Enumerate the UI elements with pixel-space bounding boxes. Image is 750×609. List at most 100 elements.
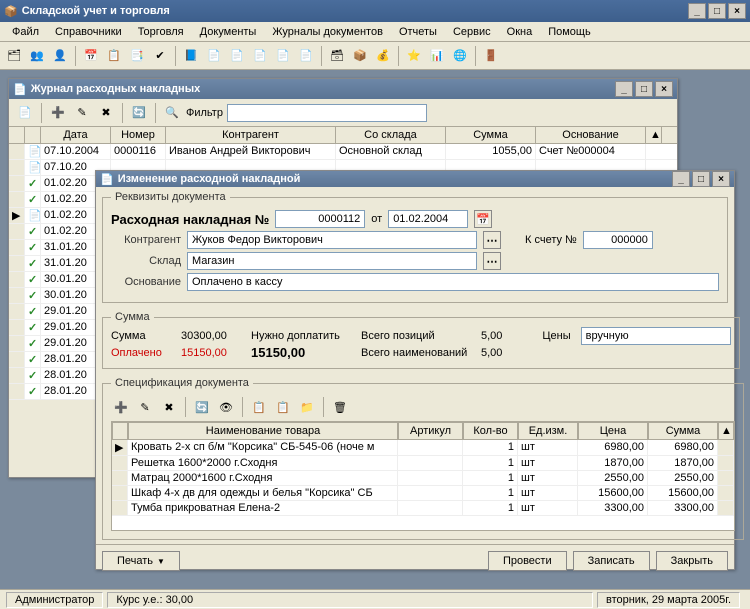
stb-del[interactable]: ✖ bbox=[159, 397, 179, 417]
spec-toolbar: ➕ ✎ ✖ 🔄 👁 📋 📋 📁 🗑 bbox=[111, 393, 735, 421]
menu-file[interactable]: Файл bbox=[4, 24, 47, 40]
tb-icon-16[interactable]: 💰 bbox=[373, 46, 393, 66]
spec-row[interactable]: Шкаф 4-х дв для одежды и белья "Корсика"… bbox=[112, 486, 734, 501]
jh-warehouse[interactable]: Со склада bbox=[336, 127, 446, 143]
tb-icon-8[interactable]: 📘 bbox=[181, 46, 201, 66]
tb-icon-11[interactable]: 📄 bbox=[250, 46, 270, 66]
stb-paste[interactable]: 📋 bbox=[273, 397, 293, 417]
warehouse-lookup[interactable]: ⋯ bbox=[483, 252, 501, 270]
account-input[interactable] bbox=[583, 231, 653, 249]
stb-remove[interactable]: 🗑 bbox=[330, 397, 350, 417]
edit-min[interactable]: _ bbox=[672, 171, 690, 187]
stb-add[interactable]: ➕ bbox=[111, 397, 131, 417]
maximize-button[interactable]: □ bbox=[708, 3, 726, 19]
counterparty-input[interactable] bbox=[187, 231, 477, 249]
filter-label: Фильтр bbox=[186, 107, 223, 119]
tb-icon-18[interactable]: 📊 bbox=[427, 46, 447, 66]
tb-icon-5[interactable]: 📋 bbox=[104, 46, 124, 66]
menu-refs[interactable]: Справочники bbox=[47, 24, 130, 40]
sh-name[interactable]: Наименование товара bbox=[128, 422, 398, 440]
main-menu: Файл Справочники Торговля Документы Журн… bbox=[0, 22, 750, 42]
spec-row[interactable]: Тумба прикроватная Елена-21шт3300,003300… bbox=[112, 501, 734, 516]
tb-icon-2[interactable]: 👥 bbox=[27, 46, 47, 66]
basis-input[interactable] bbox=[187, 273, 719, 291]
menu-help[interactable]: Помощь bbox=[540, 24, 599, 40]
stb-refresh[interactable]: 🔄 bbox=[192, 397, 212, 417]
edit-close[interactable]: × bbox=[712, 171, 730, 187]
doc-date-input[interactable] bbox=[388, 210, 468, 228]
jtb-edit[interactable]: ✎ bbox=[72, 103, 92, 123]
jh-number[interactable]: Номер bbox=[111, 127, 166, 143]
tb-icon-7[interactable]: ✔ bbox=[150, 46, 170, 66]
minimize-button[interactable]: _ bbox=[688, 3, 706, 19]
jtb-refresh[interactable]: 🔄 bbox=[129, 103, 149, 123]
spec-row[interactable]: ▶Кровать 2-х сп б/м "Корсика" СБ-545-06 … bbox=[112, 440, 734, 456]
tb-icon-1[interactable]: 🗂 bbox=[4, 46, 24, 66]
date-picker-button[interactable]: 📅 bbox=[474, 210, 492, 228]
sh-sum[interactable]: Сумма bbox=[648, 422, 718, 440]
lbl-positions: Всего позиций bbox=[361, 330, 471, 342]
tb-icon-12[interactable]: 📄 bbox=[273, 46, 293, 66]
journal-header: Дата Номер Контрагент Со склада Сумма Ос… bbox=[9, 127, 677, 144]
tb-exit-icon[interactable]: 🚪 bbox=[481, 46, 501, 66]
save-button[interactable]: Записать bbox=[573, 551, 650, 571]
counterparty-lookup[interactable]: ⋯ bbox=[483, 231, 501, 249]
menu-windows[interactable]: Окна bbox=[499, 24, 541, 40]
edit-window: 📄 Изменение расходной накладной _ □ × Ре… bbox=[95, 170, 735, 570]
tb-icon-9[interactable]: 📄 bbox=[204, 46, 224, 66]
lbl-counterparty: Контрагент bbox=[111, 234, 181, 246]
spec-row[interactable]: Матрац 2000*1600 г.Сходня1шт2550,002550,… bbox=[112, 471, 734, 486]
menu-journals[interactable]: Журналы документов bbox=[264, 24, 391, 40]
filter-input[interactable] bbox=[227, 104, 427, 122]
close-button[interactable]: Закрыть bbox=[656, 551, 728, 571]
tb-icon-14[interactable]: 🗃 bbox=[327, 46, 347, 66]
stb-folder[interactable]: 📁 bbox=[297, 397, 317, 417]
commit-button[interactable]: Провести bbox=[488, 551, 567, 571]
menu-service[interactable]: Сервис bbox=[445, 24, 499, 40]
jtb-add[interactable]: ➕ bbox=[48, 103, 68, 123]
stb-edit[interactable]: ✎ bbox=[135, 397, 155, 417]
print-button[interactable]: Печать▼ bbox=[102, 551, 180, 571]
status-rate: Курс у.е.: 30,00 bbox=[107, 592, 593, 608]
tb-icon-13[interactable]: 📄 bbox=[296, 46, 316, 66]
menu-reports[interactable]: Отчеты bbox=[391, 24, 445, 40]
journal-row[interactable]: 📄07.10.20040000116Иванов Андрей Викторов… bbox=[9, 144, 677, 160]
sh-art[interactable]: Артикул bbox=[398, 422, 463, 440]
journal-close[interactable]: × bbox=[655, 81, 673, 97]
lbl-prices: Цены bbox=[542, 330, 570, 342]
tb-icon-6[interactable]: 📑 bbox=[127, 46, 147, 66]
jh-counterparty[interactable]: Контрагент bbox=[166, 127, 336, 143]
stb-view[interactable]: 👁 bbox=[216, 397, 236, 417]
main-toolbar: 🗂 👥 👤 📅 📋 📑 ✔ 📘 📄 📄 📄 📄 📄 🗃 📦 💰 ⭐ 📊 🌐 🚪 bbox=[0, 42, 750, 70]
tb-icon-4[interactable]: 📅 bbox=[81, 46, 101, 66]
journal-min[interactable]: _ bbox=[615, 81, 633, 97]
jh-sum[interactable]: Сумма bbox=[446, 127, 536, 143]
sh-price[interactable]: Цена bbox=[578, 422, 648, 440]
tb-icon-17[interactable]: ⭐ bbox=[404, 46, 424, 66]
tb-icon-10[interactable]: 📄 bbox=[227, 46, 247, 66]
edit-max[interactable]: □ bbox=[692, 171, 710, 187]
tb-icon-19[interactable]: 🌐 bbox=[450, 46, 470, 66]
lbl-names: Всего наименований bbox=[361, 347, 471, 359]
jtb-new[interactable]: 📄 bbox=[15, 103, 35, 123]
spec-row[interactable]: Решетка 1600*2000 г.Сходня1шт1870,001870… bbox=[112, 456, 734, 471]
menu-trade[interactable]: Торговля bbox=[130, 24, 192, 40]
warehouse-input[interactable] bbox=[187, 252, 477, 270]
tb-icon-15[interactable]: 📦 bbox=[350, 46, 370, 66]
prices-mode-input[interactable] bbox=[581, 327, 731, 345]
app-icon: 📦 bbox=[4, 5, 18, 18]
status-date: вторник, 29 марта 2005г. bbox=[597, 592, 740, 608]
jh-date[interactable]: Дата bbox=[41, 127, 111, 143]
spec-grid[interactable]: Наименование товара Артикул Кол-во Ед.из… bbox=[111, 421, 735, 531]
jh-basis[interactable]: Основание bbox=[536, 127, 646, 143]
sh-unit[interactable]: Ед.изм. bbox=[518, 422, 578, 440]
close-button[interactable]: × bbox=[728, 3, 746, 19]
jtb-filter-icon[interactable]: 🔍 bbox=[162, 103, 182, 123]
jtb-del[interactable]: ✖ bbox=[96, 103, 116, 123]
journal-max[interactable]: □ bbox=[635, 81, 653, 97]
menu-docs[interactable]: Документы bbox=[192, 24, 265, 40]
tb-icon-3[interactable]: 👤 bbox=[50, 46, 70, 66]
sh-qty[interactable]: Кол-во bbox=[463, 422, 518, 440]
doc-number-input[interactable] bbox=[275, 210, 365, 228]
stb-copy[interactable]: 📋 bbox=[249, 397, 269, 417]
